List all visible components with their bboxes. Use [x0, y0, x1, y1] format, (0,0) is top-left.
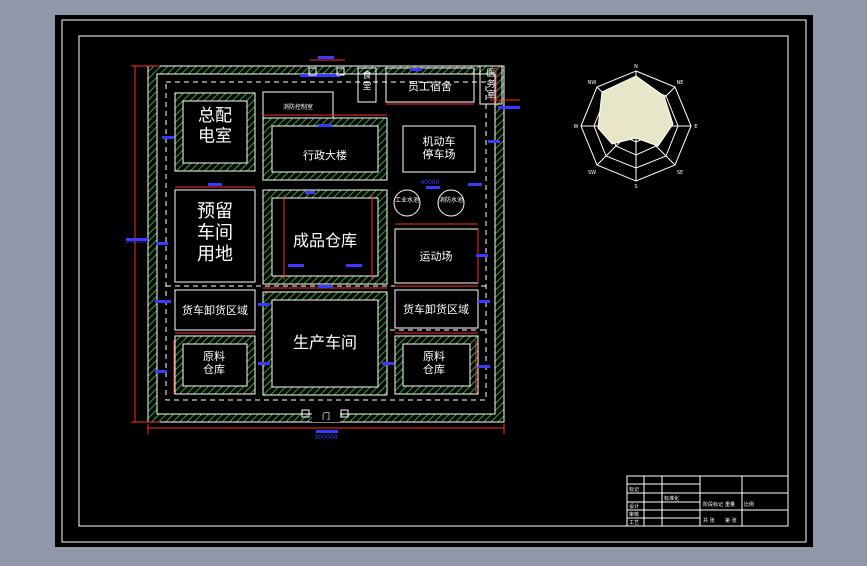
tb-sheets: 共 张 — [703, 517, 715, 524]
rose-ne: NE — [677, 80, 684, 86]
tb-middle: 标准化 — [664, 495, 679, 502]
height-dimension: 300000 — [126, 238, 149, 245]
pool-left-label: 工业水池 — [395, 196, 419, 204]
rose-s: S — [634, 184, 637, 190]
tb-row-3: 审核 — [629, 511, 639, 518]
rose-se: SE — [677, 170, 683, 176]
rose-nw: NW — [588, 80, 597, 86]
tb-weight: 重量 — [725, 501, 735, 508]
tb-scale: 比例 — [744, 501, 754, 508]
tb-row-2: 设计 — [629, 503, 639, 510]
width-dimension: 300000 — [315, 434, 338, 441]
tb-row-1: 标记 — [629, 486, 639, 493]
products-label: 成品仓库 — [293, 231, 357, 250]
rose-e: E — [694, 124, 697, 130]
clinic-label: 医务室 — [486, 68, 495, 101]
rose-n: N — [634, 64, 638, 70]
reserve-label: 预留车间用地 — [197, 201, 233, 265]
raw-right-label: 原料仓库 — [423, 349, 445, 376]
rose-sw: SW — [588, 170, 596, 176]
pool-right-label: 消防水池 — [439, 196, 463, 204]
tb-sheet: 第 张 — [725, 517, 737, 524]
dormitory-label: 员工宿舍 — [408, 79, 452, 93]
parking-label: 机动车停车场 — [423, 134, 456, 161]
canteen-label: 食堂 — [362, 69, 371, 92]
site-plan-svg: 食堂 员工宿舍 医务室 总配电室 消防控制室 行政大楼 机动车停车场 预留车间用… — [55, 15, 813, 547]
tb-row-4: 工艺 — [629, 520, 639, 526]
tb-stage: 阶段标记 — [703, 501, 723, 508]
raw-left-label: 原料仓库 — [203, 349, 225, 376]
sport-label: 运动场 — [420, 249, 453, 263]
rose-w: W — [574, 124, 579, 130]
unload-left-label: 货车卸货区域 — [182, 303, 248, 317]
unload-right-label: 货车卸货区域 — [403, 302, 469, 316]
gate-label: 门 — [322, 411, 330, 421]
admin-label: 行政大楼 — [303, 148, 347, 162]
fire-room-label: 消防控制室 — [283, 103, 313, 111]
production-label: 生产车间 — [293, 333, 357, 352]
pool-dimension: 40000 — [420, 179, 439, 186]
power-room-label: 总配电室 — [198, 106, 232, 146]
cad-drawing: 食堂 员工宿舍 医务室 总配电室 消防控制室 行政大楼 机动车停车场 预留车间用… — [0, 0, 867, 562]
